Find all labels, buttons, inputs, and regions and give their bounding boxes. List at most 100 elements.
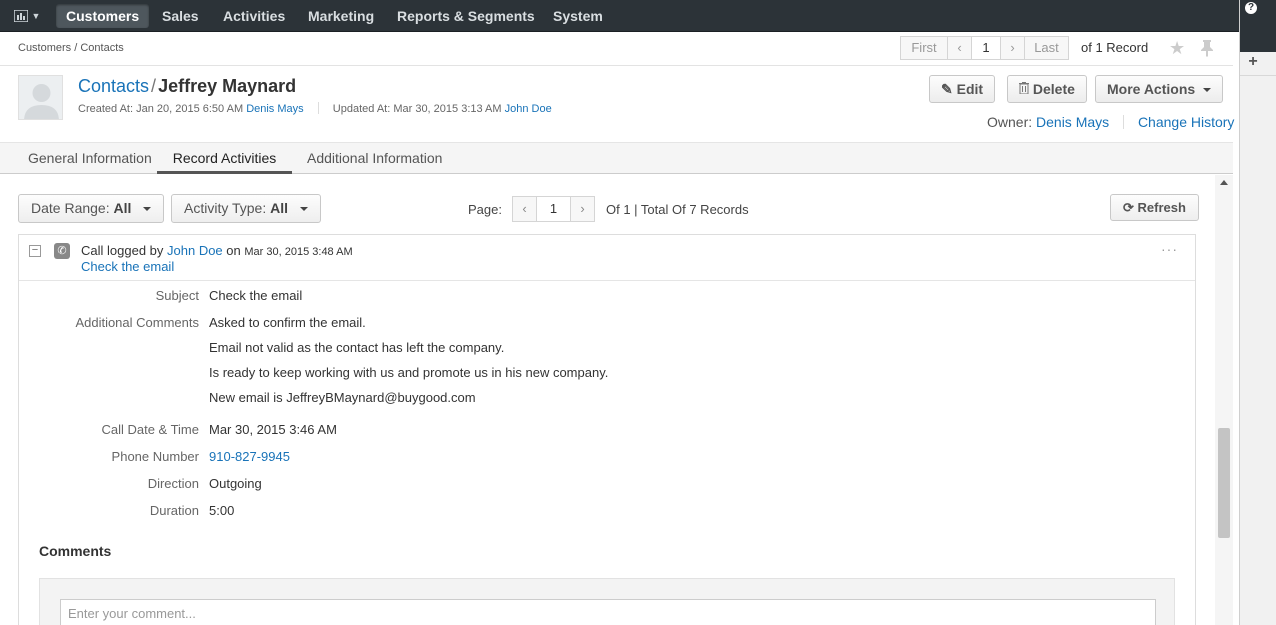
direction-label: Direction: [147, 476, 199, 491]
more-actions-label: More Actions: [1107, 81, 1196, 97]
activity-type-value: All: [270, 200, 288, 216]
activity-prev-page-button[interactable]: ‹: [512, 196, 537, 222]
comments-title: Comments: [39, 543, 112, 559]
more-actions-button[interactable]: More Actions: [1095, 75, 1224, 103]
scroll-up-arrow-icon[interactable]: [1220, 180, 1228, 185]
activity-type-dropdown[interactable]: Activity Type: All: [171, 194, 321, 223]
meta-divider: [317, 102, 319, 114]
updated-by-link[interactable]: John Doe: [505, 103, 552, 115]
title-separator: /: [151, 76, 157, 96]
pencil-icon: ✎: [941, 81, 953, 97]
owner-link[interactable]: Denis Mays: [1036, 114, 1109, 130]
chevron-left-icon: ‹: [522, 201, 527, 216]
breadcrumb[interactable]: Customers / Contacts: [18, 42, 124, 54]
chevron-down-icon: ▼: [31, 11, 41, 21]
nav-activities[interactable]: Activities: [213, 4, 295, 28]
activity-page-info: Of 1 | Total Of 7 Records: [606, 202, 749, 217]
chevron-right-icon: ›: [580, 201, 585, 216]
created-by-link[interactable]: Denis Mays: [246, 103, 303, 115]
delete-button[interactable]: Delete: [1007, 75, 1087, 103]
page-title: Contacts / Jeffrey Maynard: [78, 76, 296, 97]
pager-page-input[interactable]: 1: [971, 36, 1001, 60]
tab-additional-information[interactable]: Additional Information: [297, 143, 452, 174]
additional-comments-label: Additional Comments: [75, 315, 199, 330]
activity-item: − ✆ Call logged by John Doe on Mar 30, 2…: [18, 234, 1196, 625]
page-label: Page:: [468, 202, 502, 217]
scroll-thumb[interactable]: [1218, 428, 1230, 538]
nav-sales[interactable]: Sales: [152, 4, 209, 28]
content-scrollbar[interactable]: [1215, 175, 1233, 625]
pager-next-button[interactable]: ›: [1000, 36, 1025, 60]
activity-prefix: Call logged by: [81, 243, 164, 258]
trash-icon: [1019, 81, 1033, 97]
comment-line: Asked to confirm the email.: [209, 315, 366, 330]
activity-header: − ✆ Call logged by John Doe on Mar 30, 2…: [19, 235, 1195, 281]
activity-next-page-button[interactable]: ›: [570, 196, 595, 222]
call-date-value: Mar 30, 2015 3:46 AM: [209, 422, 337, 437]
activity-user-link[interactable]: John Doe: [167, 243, 223, 258]
comment-box: Enter your comment...: [39, 578, 1175, 625]
top-navigation-bar: ▼ Customers Sales Activities Marketing R…: [0, 0, 1239, 32]
avatar: [18, 75, 63, 120]
plus-icon[interactable]: +: [1246, 54, 1260, 70]
phone-icon: ✆: [54, 243, 70, 259]
title-entity-link[interactable]: Contacts: [78, 76, 149, 96]
help-icon[interactable]: ?: [1245, 2, 1257, 14]
duration-label: Duration: [149, 503, 199, 518]
chevron-left-icon: ‹: [957, 40, 962, 55]
owner-divider: [1123, 115, 1125, 129]
refresh-label: Refresh: [1137, 200, 1186, 215]
chevron-down-icon: [143, 207, 152, 212]
comment-line: New email is JeffreyBMaynard@buygood.com: [209, 390, 476, 405]
call-date-label: Call Date & Time: [101, 422, 199, 437]
record-meta: Created At: Jan 20, 2015 6:50 AM Denis M…: [78, 102, 552, 115]
chevron-right-icon: ›: [1010, 40, 1015, 55]
activity-on: on: [226, 243, 241, 258]
activity-page-input[interactable]: 1: [536, 196, 571, 222]
refresh-icon: ⟳: [1123, 200, 1134, 215]
delete-button-label: Delete: [1032, 81, 1075, 97]
pager-prev-button[interactable]: ‹: [947, 36, 972, 60]
direction-value: Outgoing: [209, 476, 262, 491]
nav-reports-segments[interactable]: Reports & Segments: [387, 4, 545, 28]
star-icon[interactable]: ★: [1169, 39, 1185, 57]
pager-last-button[interactable]: Last: [1024, 36, 1069, 60]
more-options-icon[interactable]: ···: [1161, 241, 1178, 257]
date-range-value: All: [113, 200, 132, 216]
phone-number-link[interactable]: 910-827-9945: [209, 449, 290, 464]
breadcrumb-row: Customers / Contacts First ‹ 1 › Last of…: [0, 33, 1233, 66]
activity-type-label: Activity Type:: [184, 200, 267, 216]
refresh-button[interactable]: ⟳ Refresh: [1110, 194, 1199, 221]
phone-number-label: Phone Number: [111, 449, 199, 464]
activity-subject-link[interactable]: Check the email: [81, 259, 174, 274]
edit-button[interactable]: ✎ Edit: [929, 75, 996, 103]
collapse-icon[interactable]: −: [29, 245, 41, 257]
sidebar-divider: [1240, 75, 1276, 76]
chevron-down-icon: [299, 207, 308, 212]
bar-chart-icon: [13, 10, 28, 22]
activity-date: Mar 30, 2015 3:48 AM: [244, 246, 353, 258]
activity-summary: Call logged by John Doe on Mar 30, 2015 …: [81, 243, 353, 258]
comment-input[interactable]: Enter your comment...: [60, 599, 1156, 625]
created-at-label: Created At: Jan 20, 2015 6:50 AM: [78, 103, 244, 115]
pager-info: of 1 Record: [1081, 40, 1149, 55]
subject-label: Subject: [155, 288, 199, 303]
help-area: ?: [1240, 0, 1276, 52]
nav-system[interactable]: System: [543, 4, 613, 28]
tab-record-activities[interactable]: Record Activities: [157, 143, 292, 174]
record-pager: First ‹ 1 › Last: [900, 36, 1069, 60]
comment-line: Email not valid as the contact has left …: [209, 340, 505, 355]
change-history-link[interactable]: Change History: [1138, 114, 1235, 130]
contact-name: Jeffrey Maynard: [158, 76, 297, 96]
pin-icon[interactable]: [1200, 39, 1214, 60]
tab-general-information[interactable]: General Information: [18, 143, 162, 174]
nav-marketing[interactable]: Marketing: [298, 4, 384, 28]
nav-customers[interactable]: Customers: [56, 4, 150, 28]
pager-first-button[interactable]: First: [900, 36, 948, 60]
owner-label: Owner:: [987, 114, 1033, 130]
updated-at-label: Updated At: Mar 30, 2015 3:13 AM: [332, 103, 502, 115]
date-range-dropdown[interactable]: Date Range: All: [18, 194, 165, 223]
dashboard-menu-button[interactable]: ▼: [6, 5, 48, 27]
subject-value: Check the email: [209, 288, 303, 303]
date-range-label: Date Range:: [31, 200, 110, 216]
